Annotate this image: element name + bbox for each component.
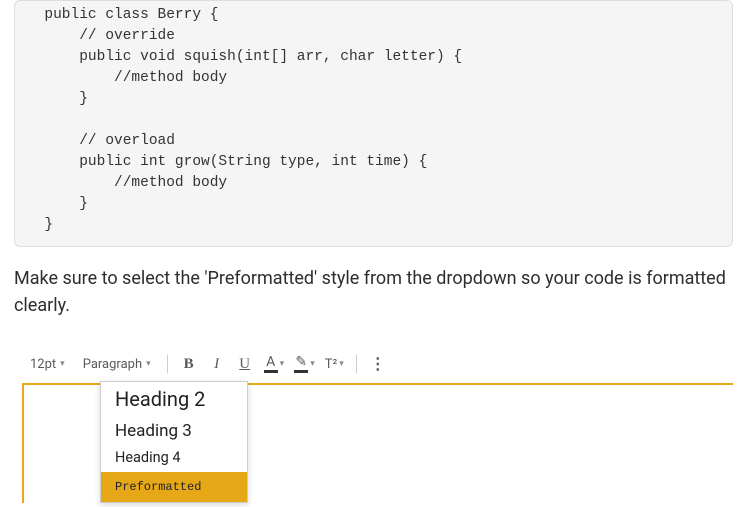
- bold-button[interactable]: B: [176, 351, 202, 377]
- code-block: public class Berry { // override public …: [14, 0, 733, 247]
- highlight-color-button[interactable]: ✎ ▾: [290, 353, 319, 375]
- text-color-button[interactable]: A ▾: [260, 353, 289, 375]
- paragraph-style-label: Paragraph: [83, 357, 142, 372]
- dropdown-item-heading-2[interactable]: Heading 2: [101, 382, 247, 416]
- chevron-down-icon: ▾: [280, 359, 285, 369]
- editor-toolbar: 12pt ▾ Paragraph ▾ B I U A ▾ ✎ ▾ T² ▾: [14, 345, 733, 383]
- style-dropdown-menu: Heading 2 Heading 3 Heading 4 Preformatt…: [100, 381, 248, 503]
- dropdown-item-heading-4[interactable]: Heading 4: [101, 446, 247, 472]
- superscript-icon: T²: [325, 357, 338, 372]
- text-color-icon: A: [264, 355, 278, 373]
- chevron-down-icon: ▾: [310, 359, 315, 369]
- dropdown-item-preformatted[interactable]: Preformatted: [101, 472, 247, 502]
- italic-button[interactable]: I: [204, 351, 230, 377]
- dropdown-item-heading-3[interactable]: Heading 3: [101, 416, 247, 446]
- highlight-icon: ✎: [294, 355, 308, 373]
- chevron-down-icon: ▾: [60, 359, 65, 369]
- toolbar-divider: [167, 355, 168, 373]
- editor-body[interactable]: Heading 2 Heading 3 Heading 4 Preformatt…: [22, 383, 733, 503]
- chevron-down-icon: ▾: [146, 359, 151, 369]
- superscript-button[interactable]: T² ▾: [321, 355, 348, 374]
- underline-button[interactable]: U: [232, 351, 258, 377]
- toolbar-divider: [356, 355, 357, 373]
- font-size-dropdown[interactable]: 12pt ▾: [22, 353, 73, 376]
- instruction-text: Make sure to select the 'Preformatted' s…: [14, 265, 733, 319]
- rich-text-editor: 12pt ▾ Paragraph ▾ B I U A ▾ ✎ ▾ T² ▾: [14, 345, 733, 503]
- paragraph-style-dropdown[interactable]: Paragraph ▾: [75, 353, 159, 376]
- more-options-button[interactable]: ⋮: [365, 351, 391, 377]
- font-size-label: 12pt: [30, 357, 56, 372]
- chevron-down-icon: ▾: [339, 359, 344, 369]
